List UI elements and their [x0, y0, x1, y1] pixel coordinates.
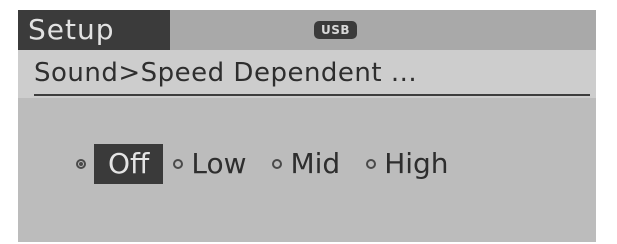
option-high-label: High	[384, 147, 449, 180]
option-low[interactable]: Low	[173, 146, 246, 182]
option-low-label: Low	[191, 147, 247, 180]
usb-source-badge: USB	[314, 21, 358, 39]
option-off[interactable]: Off	[76, 144, 164, 184]
display-screen: Setup USB Sound>Speed Dependent ... Off …	[18, 10, 596, 242]
option-high[interactable]: High	[366, 146, 449, 182]
setup-tab[interactable]: Setup	[18, 10, 170, 50]
radio-unselected-icon	[272, 159, 283, 169]
radio-unselected-icon	[366, 159, 377, 169]
option-off-label: Off	[94, 144, 164, 184]
breadcrumb-row: Sound>Speed Dependent ...	[18, 50, 596, 98]
speed-dependent-options: Off Low Mid High	[76, 144, 449, 184]
radio-unselected-icon	[173, 159, 184, 169]
option-mid-label: Mid	[290, 147, 341, 180]
breadcrumb-divider	[34, 94, 590, 96]
option-mid[interactable]: Mid	[272, 146, 340, 182]
radio-selected-icon	[76, 159, 86, 169]
breadcrumb: Sound>Speed Dependent ...	[34, 58, 418, 88]
top-bar: Setup USB	[18, 10, 596, 50]
